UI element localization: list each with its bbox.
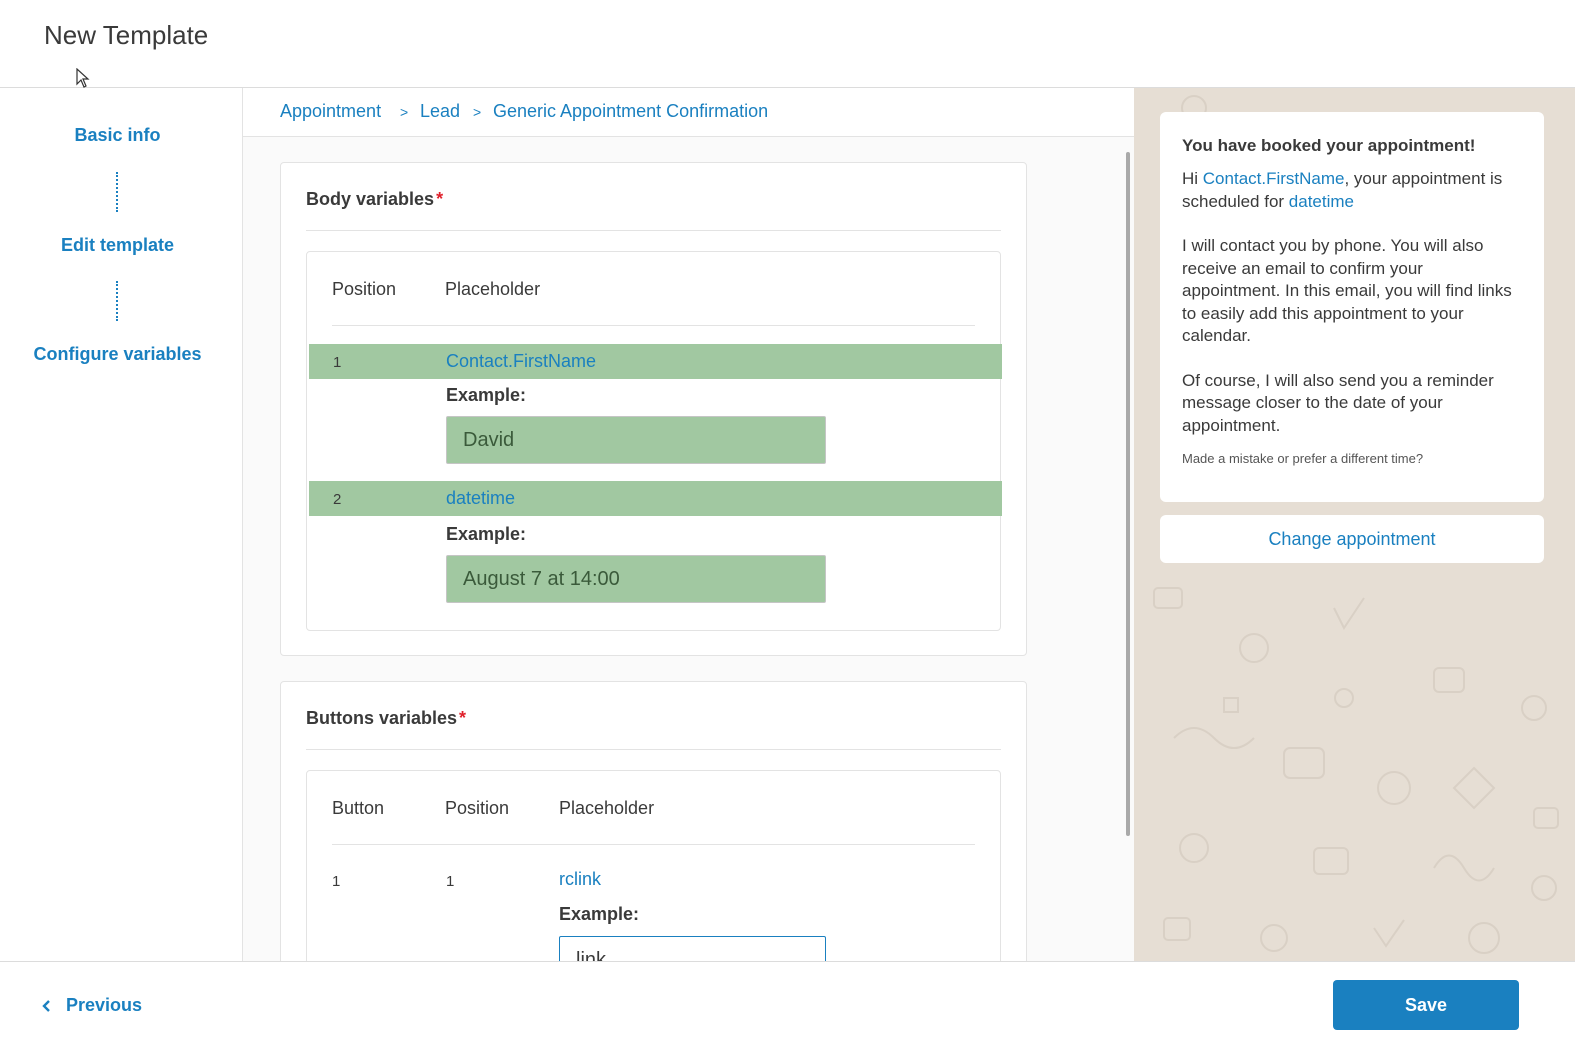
table-row: 2 datetime — [309, 481, 1002, 516]
message-paragraph: Hi Contact.FirstName, your appointment i… — [1182, 168, 1522, 213]
example-input-rclink[interactable] — [559, 936, 826, 961]
message-paragraph: Of course, I will also send you a remind… — [1182, 370, 1494, 435]
example-label: Example: — [446, 385, 527, 405]
row-button: 1 — [332, 873, 341, 890]
row-position: 1 — [446, 873, 455, 890]
step-basic-info[interactable]: Basic info — [0, 125, 235, 146]
example-label: Example: — [446, 524, 527, 544]
breadcrumb-item-template[interactable]: Generic Appointment Confirmation — [493, 101, 768, 122]
column-header-placeholder: Placeholder — [445, 279, 541, 299]
breadcrumb: Appointment > Lead > Generic Appointment… — [243, 88, 1134, 137]
example-input-contact-firstname[interactable] — [446, 416, 826, 464]
mouse-cursor-icon — [76, 68, 90, 88]
save-button[interactable]: Save — [1333, 980, 1519, 1030]
breadcrumb-separator: > — [473, 104, 482, 120]
step-edit-template[interactable]: Edit template — [0, 235, 235, 256]
divider — [306, 749, 1001, 750]
column-header-position: Position — [332, 279, 397, 299]
example-input-datetime[interactable] — [446, 555, 826, 603]
buttons-variables-table: Button Position Placeholder 1 1 rclink E… — [306, 770, 1001, 961]
body-variables-card: Body variables * Position Placeholder 1 C… — [280, 162, 1027, 656]
message-bubble: You have booked your appointment! Hi Con… — [1160, 112, 1544, 502]
body-variables-title: Body variables * — [306, 189, 443, 210]
buttons-variables-card: Buttons variables * Button Position Place… — [280, 681, 1027, 961]
change-appointment-button[interactable]: Change appointment — [1160, 515, 1544, 563]
row-placeholder: rclink — [559, 869, 602, 889]
page-title: New Template — [44, 20, 209, 50]
text-segment: Hi — [1182, 169, 1203, 188]
message-paragraph: I will contact you by phone. You will al… — [1182, 236, 1512, 345]
row-position: 1 — [333, 354, 342, 371]
row-placeholder: datetime — [446, 488, 516, 508]
message-preview-panel: You have booked your appointment! Hi Con… — [1134, 88, 1575, 961]
step-connector — [116, 281, 118, 321]
row-placeholder: Contact.FirstName — [446, 351, 597, 371]
body-variables-table: Position Placeholder 1 Contact.FirstName… — [306, 251, 1002, 631]
row-position: 2 — [333, 491, 342, 508]
required-marker: * — [459, 708, 467, 728]
breadcrumb-separator: > — [400, 104, 409, 120]
buttons-variables-title: Buttons variables * — [306, 708, 466, 729]
page-header: New Template — [0, 0, 1575, 88]
breadcrumb-item-lead[interactable]: Lead — [420, 101, 460, 122]
chevron-left-icon — [42, 999, 50, 1012]
previous-button-label: Previous — [66, 995, 143, 1015]
page-footer: Previous Save — [0, 961, 1575, 1052]
example-label: Example: — [559, 904, 640, 924]
divider — [332, 844, 975, 845]
column-header-placeholder: Placeholder — [559, 798, 655, 818]
previous-button[interactable]: Previous — [40, 995, 142, 1016]
required-marker: * — [436, 189, 444, 209]
message-footer: Made a mistake or prefer a different tim… — [1182, 451, 1424, 466]
step-configure-variables[interactable]: Configure variables — [0, 344, 235, 365]
scrollbar[interactable] — [1126, 152, 1130, 836]
column-header-button: Button — [332, 798, 385, 818]
divider — [306, 230, 1001, 231]
variable-datetime: datetime — [1288, 191, 1354, 211]
message-title: You have booked your appointment! — [1182, 136, 1476, 155]
table-row: 1 Contact.FirstName — [309, 344, 1002, 379]
body-variables-title-text: Body variables — [306, 189, 435, 209]
breadcrumb-item-appointment[interactable]: Appointment — [280, 101, 381, 122]
divider — [332, 325, 975, 326]
variable-contact-firstname: Contact.FirstName — [1202, 169, 1345, 188]
steps-sidebar: Basic info Edit template Configure varia… — [0, 88, 243, 961]
column-header-position: Position — [445, 798, 510, 818]
step-connector — [116, 172, 118, 212]
buttons-variables-title-text: Buttons variables — [306, 708, 458, 728]
main-content: Appointment > Lead > Generic Appointment… — [243, 88, 1134, 961]
